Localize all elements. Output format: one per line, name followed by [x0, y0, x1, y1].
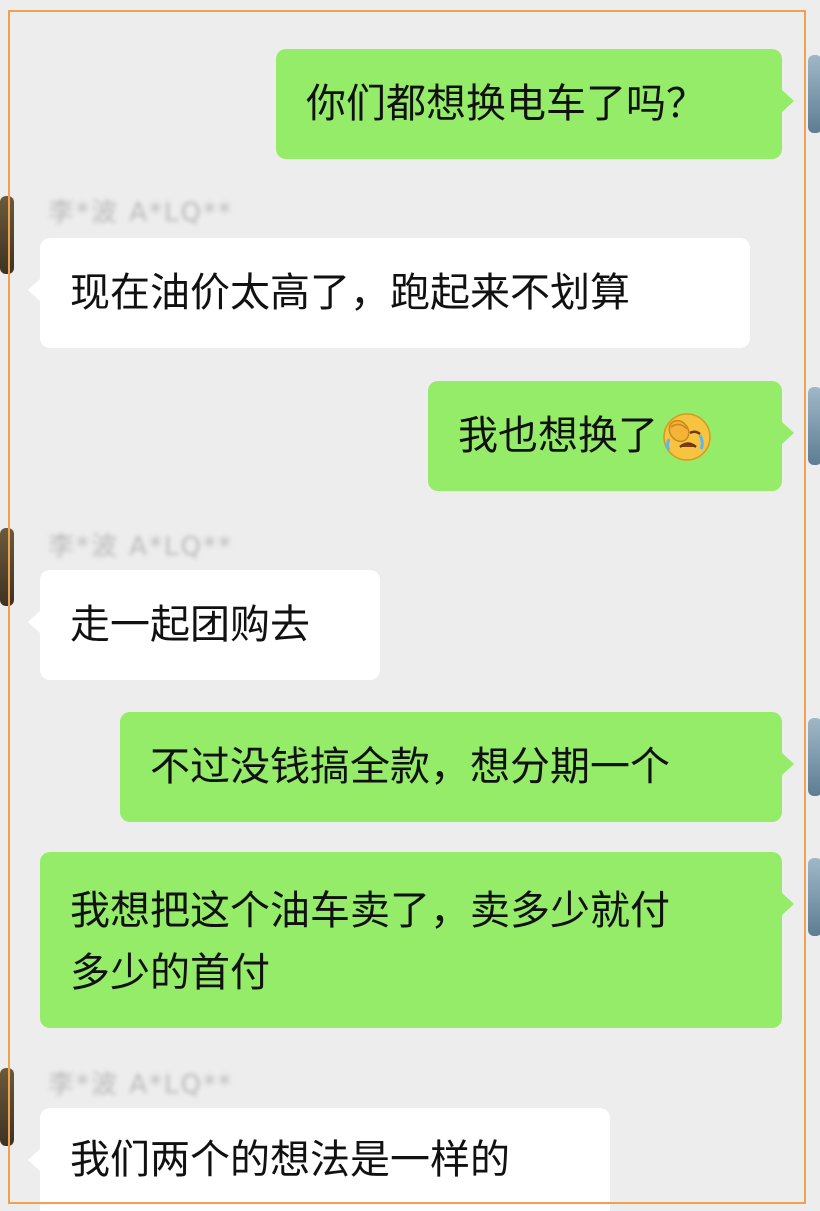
facepalm-crying-emoji-icon	[663, 413, 711, 461]
contact-avatar[interactable]	[0, 196, 14, 274]
message-text: 我想把这个油车卖了，卖多少就付 多少的首付	[70, 880, 670, 1004]
message-text: 你们都想换电车了吗？	[306, 81, 706, 127]
outgoing-message-bubble[interactable]: 我想把这个油车卖了，卖多少就付 多少的首付	[40, 852, 794, 1028]
outgoing-message-bubble[interactable]: 你们都想换电车了吗？	[276, 49, 794, 159]
message-text: 走一起团购去	[70, 602, 310, 648]
contact-avatar[interactable]	[0, 528, 14, 606]
outgoing-message-bubble[interactable]: 不过没钱搞全款，想分期一个	[120, 712, 794, 822]
message-text: 我也想换了	[458, 413, 658, 459]
contact-avatar[interactable]	[0, 1068, 14, 1146]
sender-nickname: 李*波 A*LQ**	[48, 1070, 234, 1100]
message-text: 我们两个的想法是一样的	[70, 1136, 510, 1183]
message-line: 我想把这个油车卖了，卖多少就付	[70, 888, 670, 934]
self-avatar[interactable]	[808, 858, 820, 936]
incoming-message-bubble[interactable]: 现在油价太高了，跑起来不划算	[28, 238, 750, 348]
self-avatar[interactable]	[808, 55, 820, 133]
message-line: 多少的首付	[70, 950, 270, 996]
incoming-message-bubble[interactable]: 我们两个的想法是一样的	[28, 1108, 610, 1211]
self-avatar[interactable]	[808, 718, 820, 796]
self-avatar[interactable]	[808, 387, 820, 465]
sender-nickname: 李*波 A*LQ**	[48, 198, 234, 228]
message-text: 现在油价太高了，跑起来不划算	[70, 270, 630, 316]
sender-nickname: 李*波 A*LQ**	[48, 532, 234, 562]
incoming-message-bubble[interactable]: 走一起团购去	[28, 570, 380, 680]
message-text: 不过没钱搞全款，想分期一个	[150, 744, 670, 790]
outgoing-message-bubble[interactable]: 我也想换了	[428, 381, 794, 491]
